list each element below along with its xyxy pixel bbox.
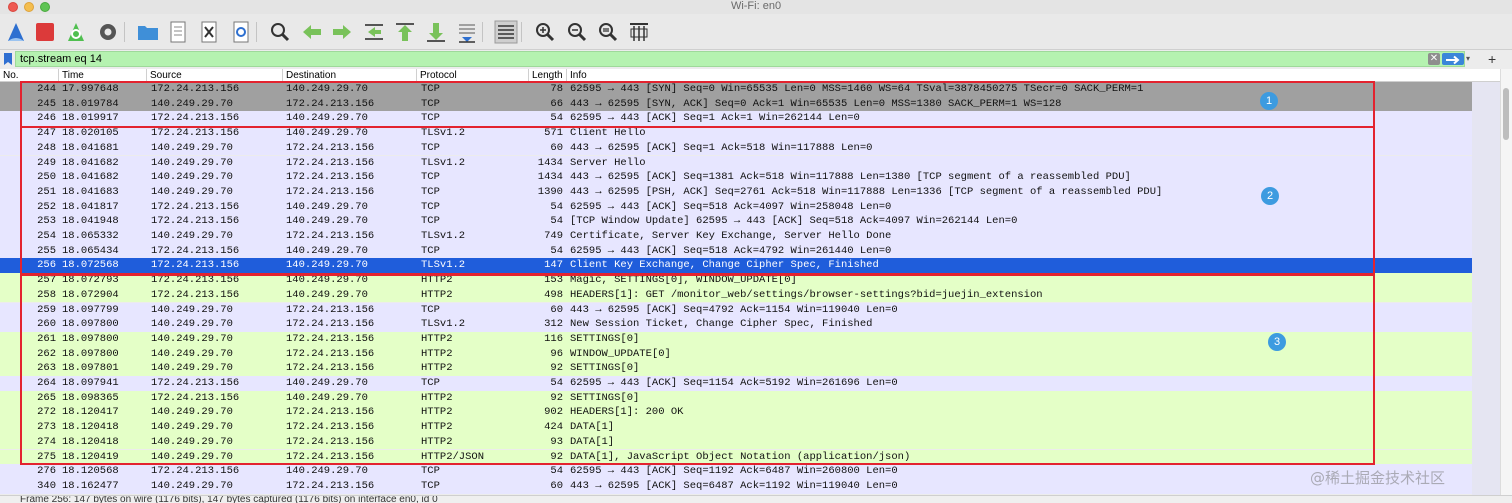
annotation-box-http2 [20, 273, 1375, 465]
go-back-icon[interactable] [300, 20, 324, 44]
colorize-icon[interactable] [494, 20, 518, 44]
packet-length: 54 [550, 465, 563, 478]
autoscroll-icon[interactable] [455, 20, 479, 44]
window-title: Wi-Fi: en0 [730, 0, 782, 12]
annotation-badge-2: 2 [1261, 187, 1279, 205]
go-to-packet-icon[interactable] [362, 20, 386, 44]
reload-file-icon[interactable] [229, 20, 253, 44]
apply-filter-icon[interactable] [1442, 53, 1464, 65]
packet-row[interactable]: 340 18.162477 140.249.29.70 172.24.213.156 T… [0, 478, 1472, 494]
packet-source: 140.249.29.70 [151, 479, 233, 492]
filter-history-dropdown-icon[interactable]: ▾ [1466, 53, 1476, 65]
packet-destination: 140.249.29.70 [286, 465, 368, 478]
watermark-text: @稀土掘金技术社区 [1310, 469, 1446, 487]
display-filter-bar: ✕ ▾ + [0, 50, 1512, 68]
annotation-box-handshake [20, 81, 1375, 128]
find-packet-icon[interactable] [268, 20, 292, 44]
packet-time: 18.120568 [62, 465, 119, 478]
start-capture-icon[interactable] [4, 20, 28, 44]
scrollbar-thumb[interactable] [1503, 88, 1509, 140]
bookmark-icon[interactable] [3, 52, 13, 66]
title-bar: Wi-Fi: en0 [0, 0, 1512, 14]
save-file-icon[interactable] [166, 20, 190, 44]
go-forward-icon[interactable] [330, 20, 354, 44]
packet-destination: 172.24.213.156 [286, 479, 375, 492]
go-first-icon[interactable] [393, 20, 417, 44]
stop-capture-icon[interactable] [33, 20, 57, 44]
display-filter-input[interactable] [15, 51, 1465, 67]
close-file-icon[interactable] [197, 20, 221, 44]
packet-protocol: TCP [421, 479, 440, 492]
zoom-in-icon[interactable] [533, 20, 557, 44]
toolbar-separator [124, 22, 125, 42]
packet-minimap[interactable] [1472, 82, 1500, 495]
packet-protocol: TCP [421, 465, 440, 478]
add-filter-button-icon[interactable]: + [1488, 51, 1502, 67]
packet-row[interactable]: 276 18.120568 172.24.213.156 140.249.29.70 T… [0, 464, 1472, 479]
packet-no: 340 [37, 479, 56, 492]
zoom-reset-icon[interactable] [596, 20, 620, 44]
annotation-box-tls [20, 126, 1375, 276]
packet-time: 18.162477 [62, 479, 119, 492]
toolbar-separator [256, 22, 257, 42]
main-toolbar [0, 14, 1512, 50]
restart-capture-icon[interactable] [64, 20, 88, 44]
go-last-icon[interactable] [424, 20, 448, 44]
status-text: Frame 256: 147 bytes on wire (1176 bits)… [20, 495, 438, 503]
packet-length: 60 [550, 479, 563, 492]
packet-no: 276 [37, 465, 56, 478]
open-file-icon[interactable] [136, 20, 160, 44]
resize-columns-icon[interactable] [627, 20, 651, 44]
packet-source: 172.24.213.156 [151, 465, 240, 478]
clear-filter-icon[interactable]: ✕ [1428, 53, 1440, 65]
status-bar: Frame 256: 147 bytes on wire (1176 bits)… [0, 495, 1512, 503]
annotation-badge-3: 3 [1268, 333, 1286, 351]
capture-options-icon[interactable] [96, 20, 120, 44]
toolbar-separator [521, 22, 522, 42]
annotation-badge-1: 1 [1260, 92, 1278, 110]
toolbar-separator [482, 22, 483, 42]
zoom-out-icon[interactable] [565, 20, 589, 44]
